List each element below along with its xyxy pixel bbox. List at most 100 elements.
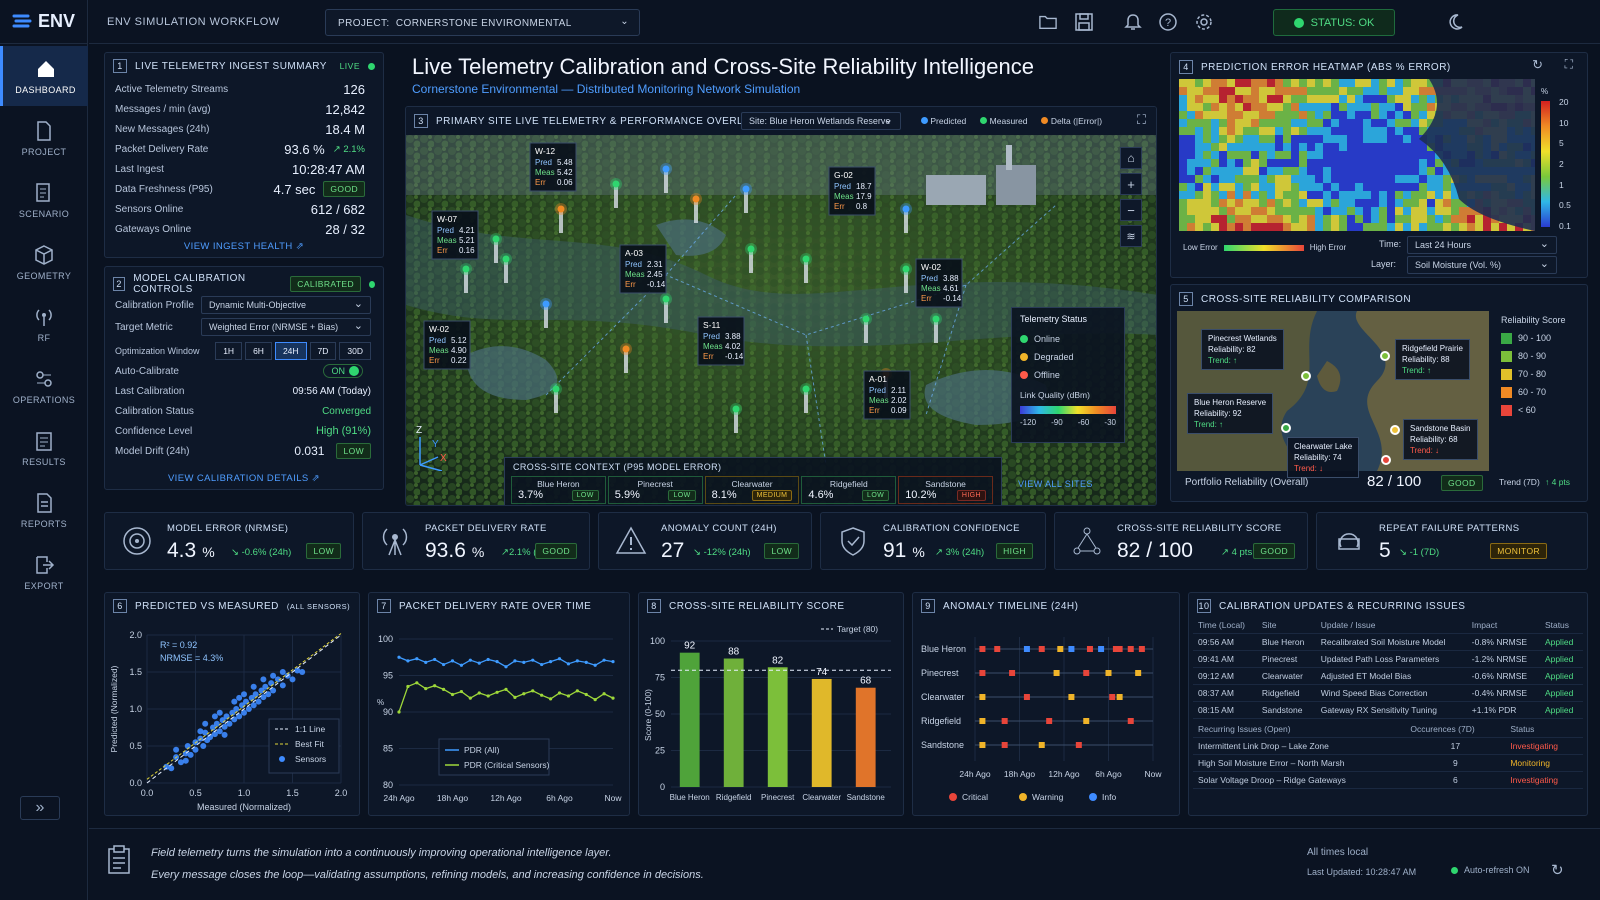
table-row[interactable]: High Soil Moisture Error – North Marsh 9 M…: [1193, 754, 1583, 772]
app-logo[interactable]: ENV: [0, 0, 87, 44]
layer-select[interactable]: Soil Moisture (Vol. %): [1407, 256, 1557, 274]
kpi-card[interactable]: CROSS-SITE RELIABILITY SCORE 82 / 100 ↗ 4 …: [1054, 512, 1308, 570]
column-header[interactable]: Site: [1256, 617, 1316, 634]
site-reliability-callout[interactable]: Blue Heron Reserve Reliability: 92 Trend: …: [1187, 393, 1274, 434]
expand-sidebar-button[interactable]: »: [20, 796, 60, 820]
layers-icon[interactable]: ≋: [1120, 225, 1142, 247]
project-select[interactable]: PROJECT: CORNERSTONE ENVIRONMENTAL ⌄: [325, 9, 640, 36]
window-6h-button[interactable]: 6H: [245, 342, 272, 360]
sensor-callout[interactable]: W-02 Pred 3.88Meas 4.61 Err -0.14: [915, 258, 963, 308]
context-site-card[interactable]: Pinecrest 5.9% LOW: [607, 476, 703, 504]
time-select[interactable]: Last 24 Hours: [1407, 236, 1557, 254]
heat-cell: [1203, 127, 1211, 135]
site-reliability-callout[interactable]: Ridgefield Prairie Reliability: 88 Trend: …: [1395, 339, 1470, 380]
column-header[interactable]: Impact: [1466, 617, 1540, 634]
table-row[interactable]: 08:15 AM Sandstone Gateway RX Sensitivity …: [1193, 701, 1583, 719]
help-icon[interactable]: ?: [1159, 13, 1177, 31]
heat-cell: [1419, 103, 1427, 111]
kpi-card[interactable]: REPEAT FAILURE PATTERNS 5 ↘ -1 (7D) MONITOR: [1316, 512, 1588, 570]
heat-cell: [1331, 207, 1339, 215]
table-row[interactable]: Solar Voltage Droop – Ridge Gateways 6 Inv…: [1193, 771, 1583, 789]
metric-select[interactable]: Weighted Error (NRMSE + Bias): [201, 318, 371, 336]
settings-gear-icon[interactable]: [1195, 13, 1213, 31]
nav-dashboard[interactable]: DASHBOARD: [0, 46, 88, 106]
heat-cell: [1179, 199, 1187, 207]
view-calibration-details-link[interactable]: VIEW CALIBRATION DETAILS ⇗: [105, 473, 383, 484]
site-reliability-callout[interactable]: Pinecrest Wetlands Reliability: 82 Trend: …: [1201, 329, 1284, 370]
context-site-card[interactable]: Ridgefield 4.6% LOW: [801, 476, 897, 504]
sensor-callout[interactable]: A-01 Pred 2.11Meas 2.02 Err 0.09: [863, 370, 911, 420]
auto-refresh-toggle[interactable]: Auto-refresh ON: [1451, 865, 1530, 875]
kpi-card[interactable]: MODEL ERROR (NRMSE) 4.3% ↘ -0.6% (24h) LOW: [104, 512, 354, 570]
window-7d-button[interactable]: 7D: [309, 342, 337, 360]
kpi-card[interactable]: PACKET DELIVERY RATE 93.6% ↗2.1% (24h) GOOD: [362, 512, 590, 570]
refresh-icon[interactable]: ↻: [1532, 57, 1543, 73]
expand-icon[interactable]: ⛶: [1565, 57, 1573, 72]
site-marker[interactable]: [1281, 423, 1291, 433]
column-header[interactable]: Time (Local): [1193, 617, 1257, 634]
profile-select[interactable]: Dynamic Multi-Objective: [201, 296, 371, 314]
window-24h-button[interactable]: 24H: [274, 342, 307, 360]
row-value: 28 / 32: [325, 221, 365, 237]
sensor-callout[interactable]: W-02 Pred 5.12Meas 4.90 Err 0.22: [423, 320, 471, 370]
heat-cell: [1339, 215, 1347, 223]
zoom-in-icon[interactable]: +: [1120, 173, 1142, 195]
view-all-sites-link[interactable]: VIEW ALL SITES: [1018, 479, 1093, 489]
nav-operations[interactable]: OPERATIONS: [0, 356, 88, 416]
folder-icon[interactable]: [1039, 13, 1057, 31]
callout-meas-label: Meas: [535, 168, 555, 177]
site-marker[interactable]: [1380, 351, 1390, 361]
site-marker[interactable]: [1381, 455, 1391, 465]
column-header[interactable]: Status: [1539, 617, 1583, 634]
heat-cell: [1203, 135, 1211, 143]
context-site-card[interactable]: Blue Heron 3.7% LOW: [511, 476, 606, 504]
bell-icon[interactable]: [1124, 13, 1142, 31]
sensor-callout[interactable]: G-02 Pred 18.7Meas 17.9 Err 0.8: [828, 166, 876, 216]
sensor-callout[interactable]: A-03 Pred 2.31Meas 2.45 Err -0.14: [619, 244, 667, 294]
site-marker[interactable]: [1390, 425, 1400, 435]
kpi-card[interactable]: CALIBRATION CONFIDENCE 91% ↗ 3% (24h) HIGH: [820, 512, 1046, 570]
sensor-callout[interactable]: S-11 Pred 3.88Meas 4.02 Err -0.14: [697, 316, 745, 366]
column-header[interactable]: Status: [1505, 721, 1583, 738]
dark-mode-moon-icon[interactable]: [1446, 13, 1464, 31]
table-row[interactable]: 09:12 AM Clearwater Adjusted ET Model Bias…: [1193, 667, 1583, 685]
heat-cell: [1339, 199, 1347, 207]
nav-reports[interactable]: REPORTS: [0, 480, 88, 540]
heat-cell: [1243, 207, 1251, 215]
column-header[interactable]: Recurring Issues (Open): [1193, 721, 1406, 738]
view-ingest-health-link[interactable]: VIEW INGEST HEALTH ⇗: [105, 241, 383, 252]
column-header[interactable]: Update / Issue: [1315, 617, 1467, 634]
table-row[interactable]: 08:37 AM Ridgefield Wind Speed Bias Correc…: [1193, 684, 1583, 702]
sensor-callout[interactable]: W-12 Pred 5.48Meas 5.42 Err 0.06: [529, 142, 577, 192]
heat-cell: [1411, 207, 1419, 215]
table-row[interactable]: Intermittent Link Drop – Lake Zone 17 Inve…: [1193, 737, 1583, 755]
nav-rf[interactable]: RF: [0, 294, 88, 354]
column-header[interactable]: Occurences (7D): [1405, 721, 1506, 738]
auto-calibrate-toggle[interactable]: ON: [322, 364, 363, 378]
nav-project[interactable]: PROJECT: [0, 108, 88, 168]
sensor-callout[interactable]: W-07 Pred 4.21Meas 5.21 Err 0.16: [431, 210, 479, 260]
zoom-out-icon[interactable]: −: [1120, 199, 1142, 221]
site-reliability-callout[interactable]: Sandstone Basin Reliability: 68 Trend: ↓: [1403, 419, 1478, 460]
nav-results[interactable]: RESULTS: [0, 418, 88, 478]
nav-geometry[interactable]: GEOMETRY: [0, 232, 88, 292]
nav-scenario[interactable]: SCENARIO: [0, 170, 88, 230]
table-row[interactable]: 09:56 AM Blue Heron Recalibrated Soil Mois…: [1193, 633, 1583, 651]
refresh-icon[interactable]: ↻: [1551, 861, 1564, 879]
series-point: [504, 665, 508, 669]
kpi-card[interactable]: ANOMALY COUNT (24H) 27 ↘ -12% (24h) LOW: [598, 512, 812, 570]
window-30d-button[interactable]: 30D: [339, 342, 371, 360]
site-marker[interactable]: [1301, 371, 1311, 381]
window-1h-button[interactable]: 1H: [215, 342, 243, 360]
heat-cell: [1363, 119, 1371, 127]
table-row[interactable]: 09:41 AM Pinecrest Updated Path Loss Param…: [1193, 650, 1583, 668]
site-reliability-callout[interactable]: Clearwater Lake Reliability: 74 Trend: ↓: [1287, 437, 1360, 478]
context-site-card[interactable]: Clearwater 8.1% MEDIUM: [704, 476, 800, 504]
home-view-icon[interactable]: ⌂: [1120, 147, 1142, 169]
nav-export[interactable]: EXPORT: [0, 542, 88, 602]
context-site-card[interactable]: Sandstone 10.2% HIGH: [898, 476, 993, 504]
site-select[interactable]: Site: Blue Heron Wetlands Reserve: [741, 112, 901, 130]
save-icon[interactable]: [1075, 13, 1093, 31]
fullscreen-icon[interactable]: ⛶: [1137, 112, 1146, 128]
heat-cell: [1363, 167, 1371, 175]
